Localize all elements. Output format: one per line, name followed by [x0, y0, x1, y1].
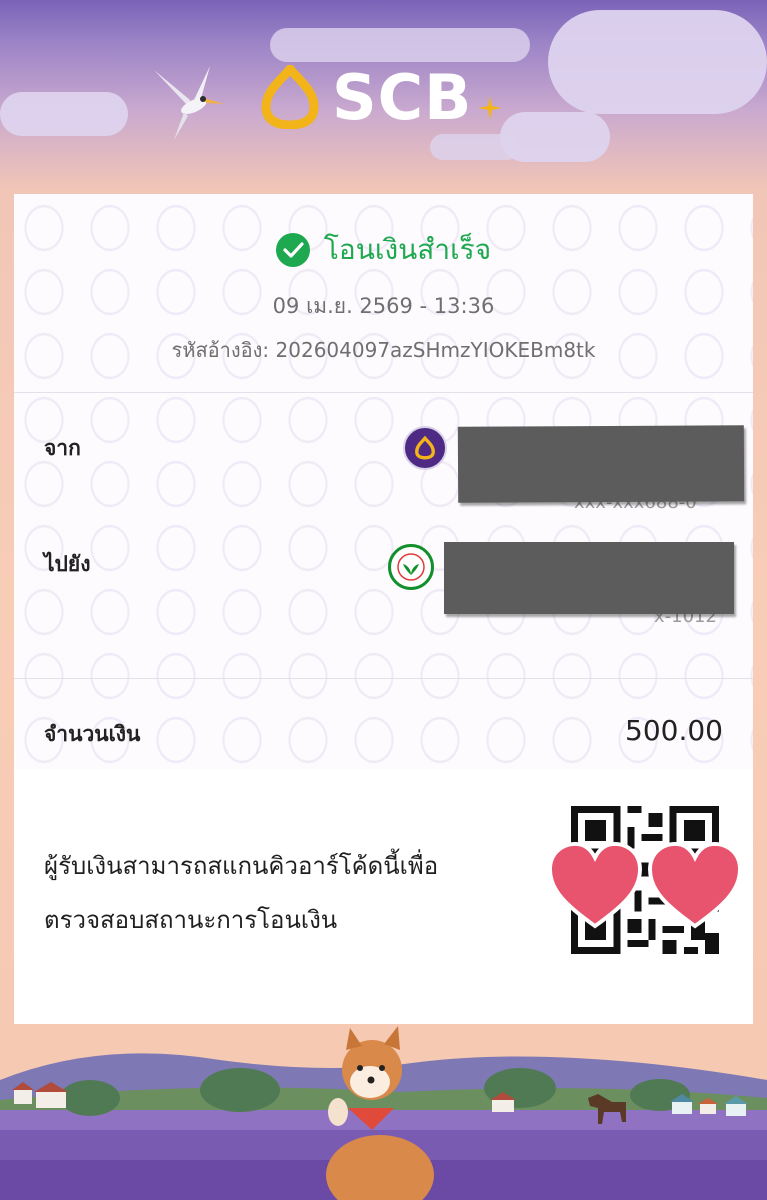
- reference-value: 202604097azSHmzYIOKEBm8tk: [275, 338, 596, 362]
- amount-value: 500.00: [625, 714, 723, 747]
- qr-note-line2: ตรวจสอบสถานะการโอนเงิน: [44, 906, 338, 934]
- heart-sticker-icon: [648, 841, 742, 929]
- heart-sticker-icon: [548, 841, 642, 929]
- status-text: โอนเงินสำเร็จ: [323, 233, 492, 266]
- scb-logo: SCB: [258, 60, 473, 134]
- scb-logo-icon: [261, 65, 319, 129]
- tern-bird-illustration: [154, 66, 224, 140]
- divider: [14, 678, 753, 679]
- scb-logo-icon: [415, 436, 435, 460]
- status-row: โอนเงินสำเร็จ: [14, 228, 753, 272]
- cloud: [270, 28, 530, 62]
- kbank-logo-icon: [397, 553, 425, 581]
- redacted-from-account: [457, 425, 745, 503]
- sparkle-icon: [478, 96, 502, 120]
- kbank-bank-icon: [388, 544, 434, 590]
- qr-note-line1: ผู้รับเงินสามารถสแกนคิวอาร์โค้ดนี้เพื่อ: [44, 852, 439, 880]
- lavender-field-illustration: [0, 1026, 767, 1200]
- reference-label: รหัสอ้างอิง:: [171, 338, 270, 362]
- divider: [14, 392, 753, 393]
- qr-note: ผู้รับเงินสามารถสแกนคิวอาร์โค้ดนี้เพื่อ …: [44, 839, 438, 947]
- check-circle-icon: [275, 233, 310, 267]
- from-label: จาก: [44, 436, 81, 460]
- reference-row: รหัสอ้างอิง: 202604097azSHmzYIOKEBm8tk: [14, 334, 753, 366]
- scb-bank-icon: [403, 426, 447, 470]
- redacted-to-account: [444, 542, 734, 614]
- transfer-receipt: โอนเงินสำเร็จ 09 เม.ย. 2569 - 13:36 รหัส…: [14, 194, 753, 1024]
- transaction-datetime: 09 เม.ย. 2569 - 13:36: [272, 294, 495, 318]
- cloud: [0, 92, 128, 136]
- cloud: [548, 10, 767, 114]
- to-label: ไปยัง: [44, 552, 91, 576]
- brand-name: SCB: [332, 60, 473, 134]
- cloud: [430, 134, 520, 160]
- amount-label: จำนวนเงิน: [44, 722, 141, 746]
